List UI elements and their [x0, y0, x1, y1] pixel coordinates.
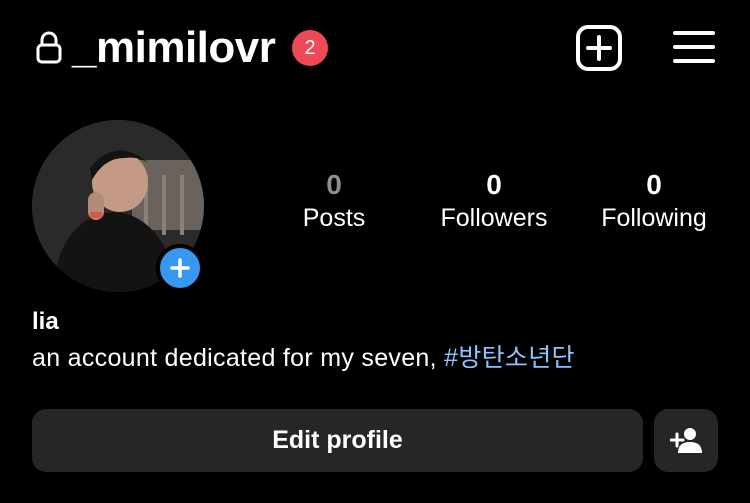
posts-count: 0 [326, 169, 342, 200]
bio-text: an account dedicated for my seven, [32, 344, 445, 372]
followers-count: 0 [486, 169, 502, 200]
following-label: Following [601, 204, 707, 232]
posts-label: Posts [302, 204, 366, 232]
lock-icon [36, 31, 62, 64]
stat-posts[interactable]: 0 Posts [259, 168, 409, 234]
followers-label: Followers [440, 204, 548, 232]
following-count: 0 [646, 169, 662, 200]
stat-followers[interactable]: 0 Followers [419, 168, 569, 234]
stat-following[interactable]: 0 Following [579, 168, 729, 234]
profile-bio: an account dedicated for my seven, #방탄소년… [32, 342, 575, 374]
hamburger-menu-icon[interactable] [673, 28, 715, 66]
profile-name: lia [32, 308, 59, 335]
username[interactable]: _mimilovr [72, 22, 276, 74]
discover-people-button[interactable] [654, 409, 718, 472]
add-story-button[interactable] [156, 244, 204, 292]
edit-profile-button[interactable]: Edit profile [32, 409, 643, 472]
bio-hashtag[interactable]: #방탄소년단 [444, 344, 575, 372]
add-person-icon [670, 428, 702, 453]
plus-square-icon[interactable] [575, 24, 623, 72]
profile-header: _mimilovr 2 [0, 0, 750, 100]
notification-badge[interactable]: 2 [292, 30, 328, 66]
plus-icon [170, 258, 190, 278]
